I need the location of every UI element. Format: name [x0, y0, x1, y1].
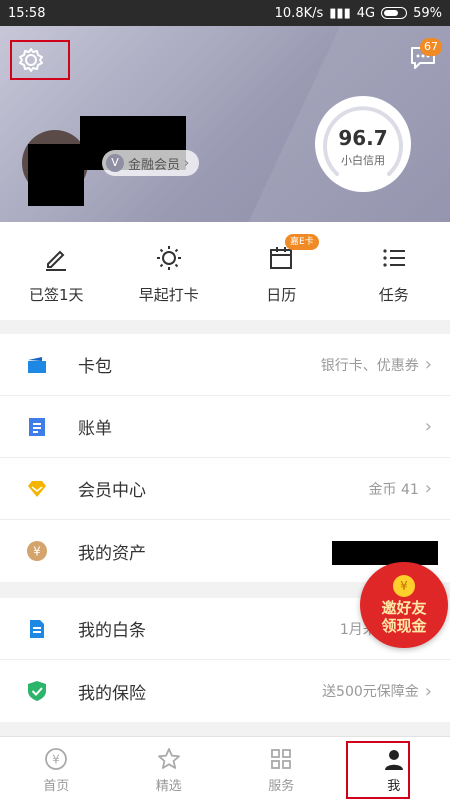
- menu-item-title: 账单: [78, 419, 112, 439]
- quick-action-calendar[interactable]: 嘉E卡 日历: [225, 222, 338, 320]
- card-wallet-icon: [26, 354, 48, 376]
- menu-item-bill[interactable]: 账单 ›: [0, 396, 450, 458]
- quick-action-label: 任务: [378, 286, 409, 304]
- tab-label: 服务: [268, 779, 295, 794]
- star-icon: [157, 748, 180, 769]
- invite-friends-promo-button[interactable]: ¥ 邀好友 领现金: [360, 562, 448, 648]
- quick-action-label: 已签1天: [28, 286, 84, 304]
- promo-line-1: 邀好友: [381, 599, 427, 617]
- tab-featured[interactable]: 精选: [113, 737, 226, 800]
- chevron-right-icon: ›: [424, 416, 432, 437]
- yuan-coin-icon: ¥: [26, 540, 48, 562]
- menu-item-subtitle: 金币 41: [368, 481, 419, 498]
- menu-item-title: 会员中心: [78, 481, 146, 501]
- menu-item-subtitle: 银行卡、优惠券: [320, 357, 419, 374]
- menu-item-title: 我的保险: [78, 683, 146, 704]
- highlight-frame: [345, 741, 410, 799]
- chevron-right-icon: ›: [424, 478, 432, 499]
- credit-score-gauge[interactable]: 96.7 小白信用: [315, 96, 411, 192]
- diamond-icon: [26, 478, 48, 500]
- signal-icon: ▮▮▮: [329, 5, 351, 21]
- tab-services[interactable]: 服务: [225, 737, 338, 800]
- credit-score-label: 小白信用: [341, 154, 385, 167]
- quick-action-sign-in[interactable]: 已签1天: [0, 222, 113, 320]
- list-icon: [383, 249, 405, 267]
- bottom-tab-bar: ¥ 首页 精选 服务 我: [0, 736, 450, 800]
- promo-line-2: 领现金: [381, 617, 427, 635]
- quick-actions-bar: 已签1天 早起打卡 嘉E卡 日历 任务: [0, 222, 450, 320]
- quick-action-label: 早起打卡: [138, 286, 199, 304]
- tab-home[interactable]: ¥ 首页: [0, 737, 113, 800]
- shield-check-icon: [26, 680, 48, 702]
- chevron-right-icon: ›: [424, 680, 432, 702]
- quick-action-label: 日历: [266, 286, 297, 304]
- ious-icon: [26, 618, 48, 640]
- coin-icon: ¥: [393, 575, 415, 597]
- redacted-avatar-block: [28, 144, 84, 206]
- battery-level: 59%: [413, 5, 442, 21]
- battery-icon: [381, 7, 408, 19]
- svg-text:¥: ¥: [52, 753, 60, 767]
- chevron-right-icon: ›: [424, 354, 432, 375]
- redacted-assets-block: [332, 541, 438, 565]
- chevron-right-icon: ›: [184, 155, 190, 171]
- tab-label: 精选: [155, 779, 182, 794]
- sun-icon: [156, 246, 181, 270]
- menu-item-subtitle: 送500元保障金: [322, 684, 419, 700]
- profile-header: 67 V 金融会员 › 96.7 小白信用: [0, 26, 450, 222]
- message-count-badge: 67: [420, 38, 442, 56]
- quick-action-early-checkin[interactable]: 早起打卡: [113, 222, 226, 320]
- quick-action-tasks[interactable]: 任务: [338, 222, 450, 320]
- member-badge-button[interactable]: V 金融会员 ›: [102, 150, 200, 176]
- calendar-badge: 嘉E卡: [285, 234, 319, 250]
- svg-text:¥: ¥: [33, 545, 41, 559]
- v-badge-icon: V: [106, 154, 124, 172]
- status-time: 15:58: [8, 5, 46, 21]
- grid-icon: [271, 749, 292, 769]
- member-label: 金融会员: [128, 157, 181, 173]
- bill-icon: [26, 416, 48, 438]
- status-bar: 15:58 10.8K/s ▮▮▮ 4G 59%: [0, 0, 450, 26]
- home-yuan-icon: ¥: [45, 748, 68, 770]
- menu-item-member-center[interactable]: 会员中心 金币 41 ›: [0, 458, 450, 520]
- tab-me[interactable]: 我: [338, 737, 450, 800]
- network-speed: 10.8K/s: [274, 5, 324, 21]
- settings-button[interactable]: [10, 40, 70, 80]
- tab-label: 首页: [43, 779, 70, 794]
- pen-icon: [46, 250, 67, 271]
- menu-item-card-wallet[interactable]: 卡包 银行卡、优惠券 ›: [0, 334, 450, 396]
- menu-item-insurance[interactable]: 我的保险 送500元保障金 ›: [0, 660, 450, 722]
- gear-icon: [19, 48, 43, 72]
- menu-item-title: 我的白条: [78, 621, 146, 641]
- menu-item-title: 卡包: [78, 357, 112, 377]
- network-type: 4G: [356, 5, 376, 21]
- credit-score-value: 96.7: [338, 126, 388, 150]
